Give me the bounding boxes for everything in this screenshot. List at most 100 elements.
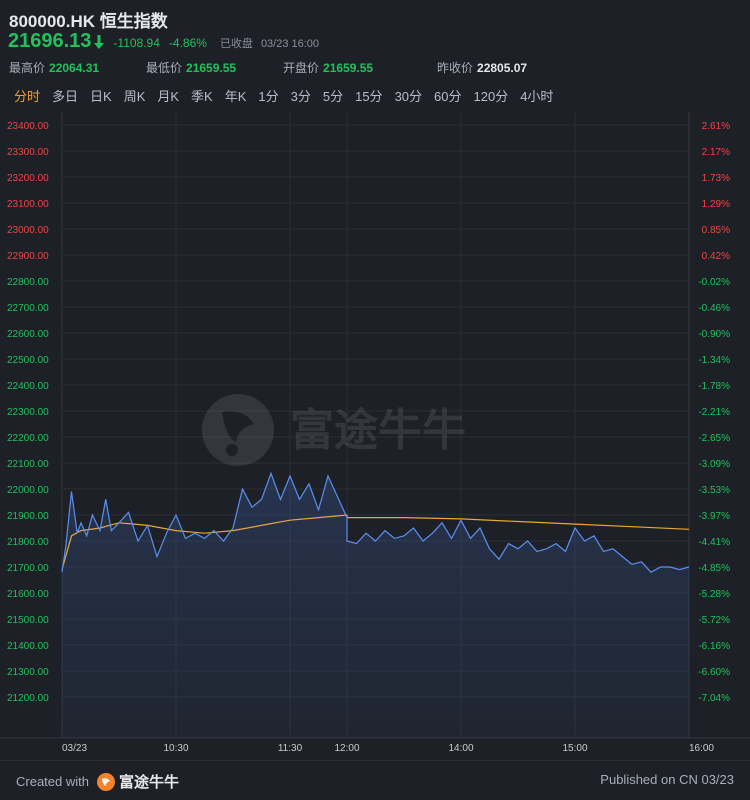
y-tick-label: 21800.00 [7, 537, 49, 548]
y-tick-label: 22900.00 [7, 251, 49, 262]
y-tick-label: 23300.00 [7, 147, 49, 158]
pct-tick-label: 0.85% [702, 225, 730, 236]
price-change-pct: -4.86% [168, 36, 207, 50]
tab-month-k[interactable]: 月K [151, 86, 185, 108]
y-tick-label: 22700.00 [7, 303, 49, 314]
stat-open: 开盘价 21659.55 [283, 59, 373, 76]
pct-tick-label: 1.73% [702, 173, 730, 184]
stat-low: 最低价 21659.55 [146, 59, 236, 76]
arrow-down-icon [94, 35, 105, 49]
pct-tick-label: 2.17% [702, 147, 730, 158]
y-tick-label: 23100.00 [7, 199, 49, 210]
page-title: 800000.HK 恒生指数 [9, 12, 168, 31]
y-tick-label: 22800.00 [7, 277, 49, 288]
quote-header: 800000.HK 恒生指数 21696.13 -1108.94 -4.86% … [0, 0, 750, 84]
quote-timestamp: 03/23 16:00 [260, 38, 320, 50]
watermark-text: 富途牛牛 [290, 406, 466, 455]
brand-name: 富途牛牛 [118, 774, 179, 791]
pct-tick-label: -3.97% [698, 511, 730, 522]
stat-prev-close: 昨收价 22805.07 [437, 59, 527, 76]
watermark: 富途牛牛 [202, 394, 466, 466]
pct-axis-labels: 2.61% 2.17% 1.73% 1.29% 0.85% 0.42% -0.02% -0.4… [698, 121, 730, 704]
stat-label: 最低价 [146, 61, 183, 75]
app-root: 800000.HK 恒生指数 21696.13 -1108.94 -4.86% … [0, 0, 750, 800]
price-change: -1108.94 [113, 36, 160, 50]
tab-15min[interactable]: 15分 [349, 86, 388, 108]
stat-label: 开盘价 [283, 61, 320, 75]
x-tick-label: 03/23 [62, 743, 87, 754]
y-tick-label: 23000.00 [7, 225, 49, 236]
tab-week-k[interactable]: 周K [118, 86, 152, 108]
pct-tick-label: 0.42% [702, 251, 730, 262]
tab-3min[interactable]: 3分 [285, 86, 317, 108]
x-tick-label: 12:00 [334, 743, 359, 754]
x-tick-label: 10:30 [163, 743, 188, 754]
pct-tick-label: -0.46% [698, 303, 730, 314]
y-tick-label: 21200.00 [7, 693, 49, 704]
chart-svg: 富途牛牛 23400.00 23300.00 23200.00 23100.00 230… [0, 112, 750, 754]
y-tick-label: 22100.00 [7, 459, 49, 470]
tab-30min[interactable]: 30分 [389, 86, 428, 108]
y-tick-label: 22500.00 [7, 355, 49, 366]
intraday-chart: 富途牛牛 23400.00 23300.00 23200.00 23100.00 230… [0, 112, 750, 760]
y-tick-label: 22300.00 [7, 407, 49, 418]
period-tabs: 分时 多日 日K 周K 月K 季K 年K 1分 3分 5分 15分 30分 60… [8, 86, 559, 108]
y-tick-label: 22200.00 [7, 433, 49, 444]
tab-multi-day[interactable]: 多日 [46, 86, 84, 108]
y-tick-label: 22600.00 [7, 329, 49, 340]
y-tick-label: 21300.00 [7, 667, 49, 678]
market-status: 已收盘 [219, 38, 253, 50]
tab-quarter-k[interactable]: 季K [185, 86, 219, 108]
created-with: Created with 富途牛牛 [16, 771, 179, 792]
pct-tick-label: -0.02% [698, 277, 730, 288]
stat-value: 22064.31 [49, 61, 100, 75]
pct-tick-label: -0.90% [698, 329, 730, 340]
stat-high: 最高价 22064.31 [9, 59, 99, 76]
tab-1min[interactable]: 1分 [252, 86, 284, 108]
pct-tick-label: -3.53% [698, 485, 730, 496]
pct-tick-label: -2.21% [698, 407, 730, 418]
tab-4hour[interactable]: 4小时 [514, 86, 559, 108]
y-tick-label: 23200.00 [7, 173, 49, 184]
created-prefix: Created with [16, 774, 89, 789]
stat-label: 最高价 [9, 61, 46, 75]
pct-tick-label: -3.09% [698, 459, 730, 470]
y-axis-labels: 23400.00 23300.00 23200.00 23100.00 23000.00… [7, 121, 49, 704]
price-area-fill [62, 473, 689, 738]
y-tick-label: 22000.00 [7, 485, 49, 496]
y-tick-label: 21900.00 [7, 511, 49, 522]
pct-tick-label: -1.78% [698, 381, 730, 392]
tab-60min[interactable]: 60分 [428, 86, 467, 108]
last-price: 21696.13 [8, 30, 92, 52]
x-tick-label: 15:00 [562, 743, 587, 754]
tab-120min[interactable]: 120分 [468, 86, 515, 108]
pct-tick-label: -4.85% [698, 563, 730, 574]
y-tick-label: 21500.00 [7, 615, 49, 626]
published-on: Published on CN 03/23 [600, 772, 734, 787]
futu-logo-icon [96, 772, 115, 791]
stat-value: 22805.07 [477, 61, 528, 75]
pct-tick-label: -1.34% [698, 355, 730, 366]
y-tick-label: 22400.00 [7, 381, 49, 392]
y-tick-label: 23400.00 [7, 121, 49, 132]
x-tick-label: 11:30 [278, 743, 303, 754]
x-tick-label: 16:00 [689, 743, 714, 754]
y-tick-label: 21400.00 [7, 641, 49, 652]
pct-tick-label: -7.04% [698, 693, 730, 704]
stat-value: 21659.55 [186, 61, 237, 75]
tab-year-k[interactable]: 年K [219, 86, 253, 108]
tab-day-k[interactable]: 日K [84, 86, 118, 108]
tab-5min[interactable]: 5分 [317, 86, 349, 108]
tab-intraday[interactable]: 分时 [8, 86, 46, 108]
pct-tick-label: 2.61% [702, 121, 730, 132]
pct-tick-label: -5.72% [698, 615, 730, 626]
watermark-logo-icon [202, 394, 274, 466]
pct-tick-label: -4.41% [698, 537, 730, 548]
y-tick-label: 21700.00 [7, 563, 49, 574]
pct-tick-label: 1.29% [702, 199, 730, 210]
pct-tick-label: -6.16% [698, 641, 730, 652]
y-tick-label: 21600.00 [7, 589, 49, 600]
stat-value: 21659.55 [323, 61, 374, 75]
x-tick-label: 14:00 [448, 743, 473, 754]
pct-tick-label: -6.60% [698, 667, 730, 678]
